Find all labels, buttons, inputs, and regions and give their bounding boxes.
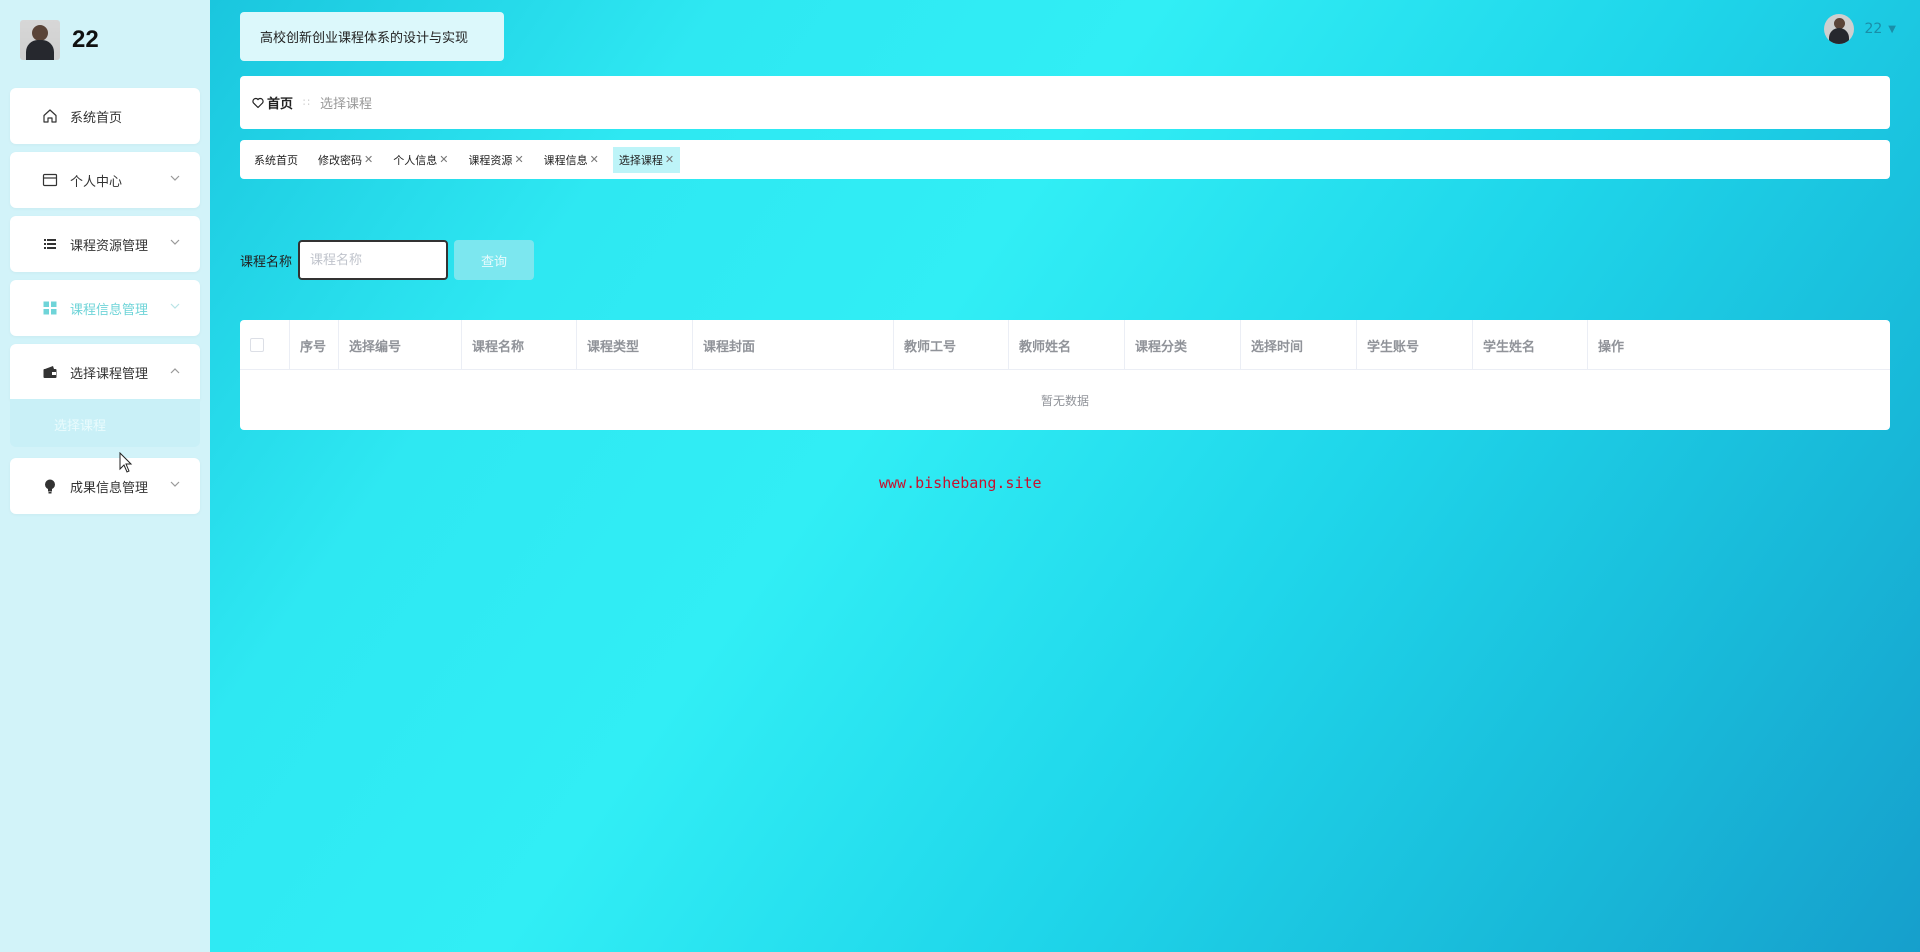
submenu-item-label: 选择课程 <box>54 419 107 434</box>
submenu-item-select-course[interactable]: 选择课程 <box>10 399 200 447</box>
chevron-down-icon <box>170 480 180 491</box>
course-selection-table: 序号 选择编号 课程名称 课程类型 课程封面 教师工号 教师姓名 课程分类 选择… <box>240 320 1890 430</box>
bulb-icon <box>42 478 58 494</box>
course-name-label: 课程名称 <box>240 254 293 270</box>
column-header[interactable]: 学生账号 <box>1357 320 1473 370</box>
search-form: 课程名称 查询 <box>240 240 535 280</box>
heart-icon <box>252 97 264 108</box>
watermark: www.bishebang.site <box>879 474 1042 492</box>
sidebar-item-label: 成果信息管理 <box>70 480 149 496</box>
column-header[interactable]: 选择时间 <box>1241 320 1357 370</box>
breadcrumb-current: 选择课程 <box>320 97 373 112</box>
select-all-column <box>240 320 290 370</box>
tag-label: 课程信息 <box>543 153 588 167</box>
sidebar-item-course-resource[interactable]: 课程资源管理 <box>10 216 200 272</box>
caret-down-icon: ▼ <box>1888 23 1896 35</box>
mouse-cursor-icon <box>119 452 133 473</box>
sidebar-item-label: 个人中心 <box>70 174 123 190</box>
home-icon <box>42 108 58 124</box>
close-icon[interactable]: ✕ <box>439 153 448 166</box>
sidebar-item-home[interactable]: 系统首页 <box>10 88 200 144</box>
tag-label: 系统首页 <box>254 153 298 167</box>
system-title-text: 高校创新创业课程体系的设计与实现 <box>260 31 469 46</box>
list-icon <box>42 236 58 252</box>
tag-label: 课程资源 <box>468 153 513 167</box>
tag-course-info[interactable]: 课程信息 ✕ <box>538 147 605 173</box>
column-header[interactable]: 课程封面 <box>693 320 894 370</box>
tags-view: 系统首页 修改密码 ✕ 个人信息 ✕ 课程资源 ✕ 课程信息 ✕ 选择课程 ✕ <box>240 140 1890 179</box>
wallet-icon <box>42 364 58 380</box>
column-header[interactable]: 课程类型 <box>577 320 693 370</box>
tag-label: 选择课程 <box>618 153 663 167</box>
tag-change-password[interactable]: 修改密码 ✕ <box>312 147 379 173</box>
tag-course-resource[interactable]: 课程资源 ✕ <box>462 147 529 173</box>
profile: 22 <box>20 20 99 60</box>
tag-label: 修改密码 <box>318 153 362 167</box>
chevron-up-icon <box>170 366 180 377</box>
avatar[interactable] <box>20 20 60 60</box>
select-all-checkbox[interactable] <box>250 338 264 352</box>
column-header[interactable]: 课程名称 <box>462 320 577 370</box>
column-header[interactable]: 教师姓名 <box>1009 320 1125 370</box>
tag-label: 个人信息 <box>393 153 438 167</box>
sidebar-item-achievement[interactable]: 成果信息管理 <box>10 458 200 514</box>
chevron-down-icon <box>170 238 180 249</box>
close-icon[interactable]: ✕ <box>665 153 674 166</box>
chevron-down-icon <box>170 302 180 313</box>
column-header: 操作 <box>1598 339 1625 355</box>
tag-personal-info[interactable]: 个人信息 ✕ <box>387 147 454 173</box>
sidebar-item-personal-center[interactable]: 个人中心 <box>10 152 200 208</box>
search-button[interactable]: 查询 <box>454 240 535 280</box>
breadcrumb-home[interactable]: 首页 <box>252 93 293 112</box>
table-header: 序号 选择编号 课程名称 课程类型 课程封面 教师工号 教师姓名 课程分类 选择… <box>240 320 1890 370</box>
breadcrumb-separator: ∷ <box>303 96 311 109</box>
breadcrumb: 首页 ∷ 选择课程 <box>240 76 1890 129</box>
breadcrumb-home-label: 首页 <box>267 97 294 112</box>
tag-select-course[interactable]: 选择课程 ✕ <box>612 146 681 173</box>
close-icon[interactable]: ✕ <box>364 153 373 166</box>
system-title: 高校创新创业课程体系的设计与实现 <box>240 12 504 61</box>
column-header[interactable]: 教师工号 <box>894 320 1009 370</box>
tag-home[interactable]: 系统首页 <box>248 147 304 173</box>
sidebar-item-course-selection[interactable]: 选择课程管理 <box>10 344 200 400</box>
column-header[interactable]: 序号 <box>290 320 339 370</box>
column-header[interactable]: 课程分类 <box>1125 320 1241 370</box>
user-avatar <box>1824 14 1855 44</box>
user-dropdown[interactable]: 22 ▼ <box>1824 14 1896 44</box>
close-icon[interactable]: ✕ <box>514 153 523 166</box>
sidebar-item-label: 课程信息管理 <box>70 302 149 318</box>
grid-icon <box>42 300 58 316</box>
sidebar-item-label: 选择课程管理 <box>70 366 149 382</box>
course-name-input[interactable] <box>298 240 449 280</box>
profile-username: 22 <box>72 26 99 53</box>
sidebar-item-course-info[interactable]: 课程信息管理 <box>10 280 200 336</box>
column-header[interactable]: 选择编号 <box>339 320 462 370</box>
table-empty-text: 暂无数据 <box>1040 393 1089 408</box>
card-icon <box>42 172 58 188</box>
close-icon[interactable]: ✕ <box>590 153 599 166</box>
sidebar-item-label: 课程资源管理 <box>70 238 149 254</box>
user-dropdown-name: 22 <box>1864 21 1883 37</box>
column-header[interactable]: 学生姓名 <box>1473 320 1588 370</box>
sidebar: 22 系统首页 个人中心 课程资源管理 课程信息管理 选择课程管理 选择课程 成… <box>0 0 210 952</box>
chevron-down-icon <box>170 174 180 185</box>
sidebar-item-label: 系统首页 <box>70 110 123 126</box>
